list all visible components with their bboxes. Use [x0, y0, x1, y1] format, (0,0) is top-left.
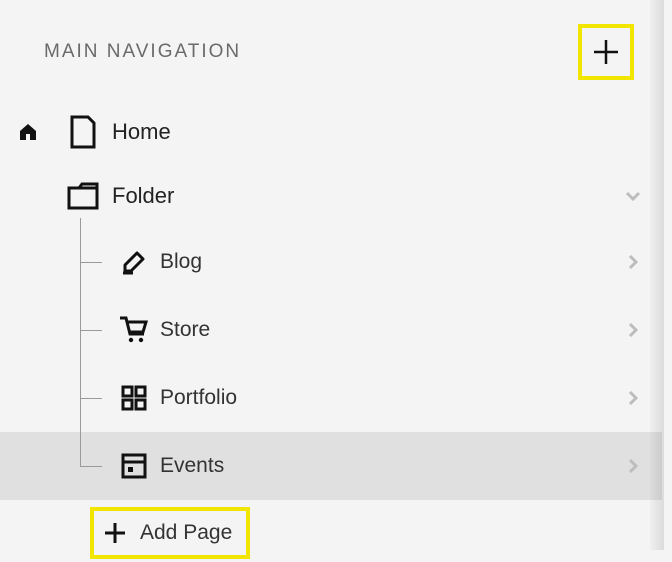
tree-connector	[0, 228, 108, 296]
nav-subitem-label: Events	[160, 454, 604, 478]
add-page-top-button[interactable]	[578, 24, 634, 80]
add-page-row: Add Page	[90, 504, 280, 562]
nav-item-home[interactable]: Home	[0, 100, 662, 164]
folder-icon	[67, 182, 99, 210]
chevron-right-icon	[624, 321, 642, 339]
panel-shadow	[650, 0, 664, 550]
add-page-label: Add Page	[140, 521, 232, 545]
nav-subitem-label: Blog	[160, 250, 604, 274]
page-icon	[69, 115, 97, 149]
chevron-right-icon	[624, 253, 642, 271]
tree-connector	[0, 432, 108, 500]
nav-item-label: Home	[108, 119, 604, 145]
cart-icon	[118, 314, 150, 346]
nav-subitem-label: Store	[160, 318, 604, 342]
chevron-right-icon	[624, 457, 642, 475]
home-filled-icon	[18, 122, 38, 142]
nav-subitem-label: Portfolio	[160, 386, 604, 410]
calendar-icon	[120, 452, 148, 480]
plus-icon	[591, 37, 621, 67]
nav-list: Home Folder	[0, 88, 662, 562]
grid-icon	[120, 384, 148, 412]
nav-subitem-blog[interactable]: Blog	[0, 228, 662, 296]
add-page-button[interactable]: Add Page	[90, 507, 250, 559]
nav-item-folder[interactable]: Folder	[0, 164, 662, 228]
pen-icon	[119, 247, 149, 277]
nav-subitem-store[interactable]: Store	[0, 296, 662, 364]
navigation-panel: MAIN NAVIGATION Home	[0, 0, 662, 550]
nav-subitem-events[interactable]: Events	[0, 432, 662, 500]
tree-connector	[0, 364, 108, 432]
nav-item-label: Folder	[108, 183, 604, 209]
nav-subitem-portfolio[interactable]: Portfolio	[0, 364, 662, 432]
tree-connector	[0, 296, 108, 364]
plus-icon	[100, 518, 130, 548]
chevron-down-icon[interactable]	[623, 186, 643, 206]
chevron-right-icon	[624, 389, 642, 407]
panel-title: MAIN NAVIGATION	[44, 41, 241, 63]
panel-header: MAIN NAVIGATION	[0, 0, 662, 88]
